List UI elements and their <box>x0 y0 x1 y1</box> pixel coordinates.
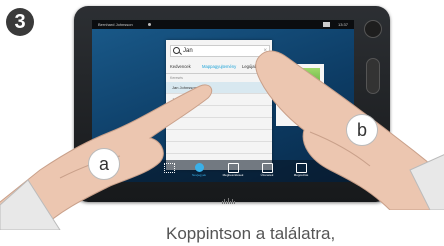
left-hand-illustration <box>0 84 213 230</box>
instruction-caption: Koppintson a találatra, <box>166 224 336 243</box>
search-query: Jan <box>183 48 193 54</box>
marker-b: b <box>346 114 378 146</box>
marker-a: a <box>88 148 120 180</box>
search-icon <box>173 47 180 54</box>
clock: 13:37 <box>337 22 348 27</box>
right-hand-illustration <box>255 50 444 210</box>
camera-icon <box>323 22 330 27</box>
user-name[interactable]: Bernhard Johnsson <box>98 20 133 29</box>
step-number-badge: 3 <box>6 8 34 36</box>
mic-button[interactable] <box>364 20 382 38</box>
presence-icon <box>148 23 151 26</box>
status-bar: Bernhard Johnsson 13:37 <box>92 20 354 29</box>
